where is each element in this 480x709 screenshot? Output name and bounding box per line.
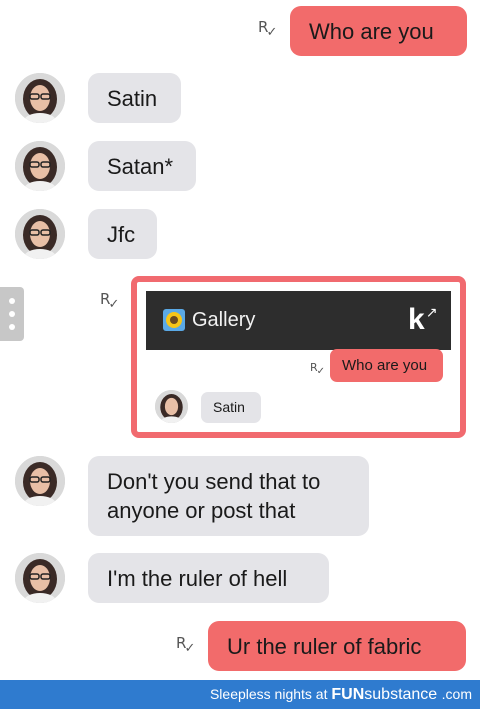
sent-message[interactable]: Ur the ruler of fabric <box>208 621 466 671</box>
message-text: Jfc <box>107 221 136 247</box>
contact-photo-icon <box>15 73 65 123</box>
read-receipt-icon: R✓ <box>100 290 120 312</box>
contact-photo-icon <box>15 141 65 191</box>
message-text: Don't you send that to anyone or post th… <box>107 469 321 523</box>
received-message[interactable]: Don't you send that to anyone or post th… <box>88 456 369 536</box>
message-text: Who are you <box>342 357 428 374</box>
footer-domain: .com <box>441 686 472 702</box>
contact-photo-icon <box>15 456 65 506</box>
handle-dot <box>9 324 15 330</box>
avatar[interactable] <box>15 141 65 191</box>
card-title: Gallery <box>192 309 256 331</box>
message-text: Satan* <box>107 153 174 179</box>
message-text: Ur the ruler of fabric <box>227 633 422 659</box>
contact-photo-icon <box>155 390 188 423</box>
avatar[interactable] <box>15 73 65 123</box>
received-message[interactable]: Satin <box>88 73 181 123</box>
message-text: Satin <box>213 399 245 415</box>
footer-prefix: Sleepless nights at <box>209 686 328 702</box>
received-message[interactable]: Jfc <box>88 209 157 259</box>
message-text: Satin <box>107 85 158 111</box>
received-message[interactable]: Satan* <box>88 141 196 191</box>
read-receipt-icon: R✓ <box>258 18 278 40</box>
contact-photo-icon <box>15 553 65 603</box>
watermark-footer: Sleepless nights at FUNsubstance .com <box>0 680 480 709</box>
contact-photo-icon <box>15 209 65 259</box>
message-text: Who are you <box>309 18 434 44</box>
avatar[interactable] <box>15 553 65 603</box>
read-receipt-icon: R✓ <box>176 634 196 656</box>
card-header: Gallery k↗ <box>146 291 451 350</box>
read-receipt-icon: R✓ <box>310 361 326 377</box>
sunflower-icon <box>163 309 185 331</box>
avatar[interactable] <box>15 209 65 259</box>
shared-screenshot-card[interactable]: Gallery k↗ R✓ Who are you Satin <box>131 276 466 438</box>
avatar[interactable] <box>15 456 65 506</box>
handle-dot <box>9 298 15 304</box>
side-menu-handle[interactable] <box>0 287 24 341</box>
handle-dot <box>9 311 15 317</box>
sent-message: Who are you <box>330 349 443 382</box>
kik-logo-icon: k↗ <box>408 303 438 336</box>
received-message[interactable]: I'm the ruler of hell <box>88 553 329 603</box>
sent-message[interactable]: Who are you <box>290 6 467 56</box>
avatar <box>155 390 188 423</box>
footer-brand: FUNsubstance <box>331 686 438 703</box>
message-text: I'm the ruler of hell <box>107 565 288 591</box>
received-message: Satin <box>201 392 261 423</box>
